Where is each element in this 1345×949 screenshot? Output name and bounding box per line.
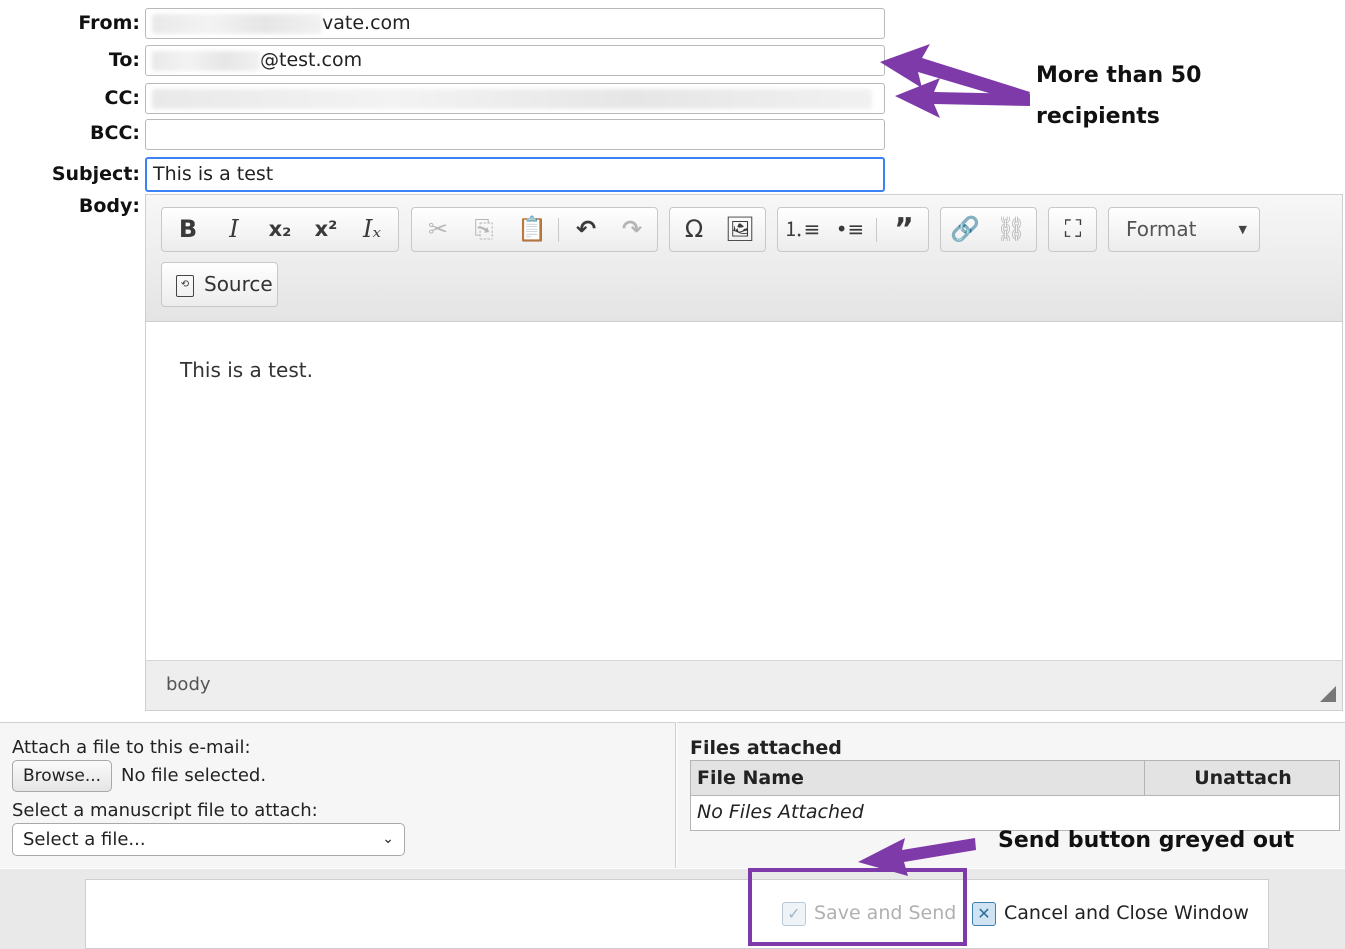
annotation-recipients-line2: recipients [1036,104,1160,129]
annotation-recipients-line1: More than 50 [1036,63,1202,88]
arrow-send-button [858,838,976,876]
annotation-send-note: Send button greyed out [998,828,1295,853]
annotation-arrows [858,44,1030,876]
